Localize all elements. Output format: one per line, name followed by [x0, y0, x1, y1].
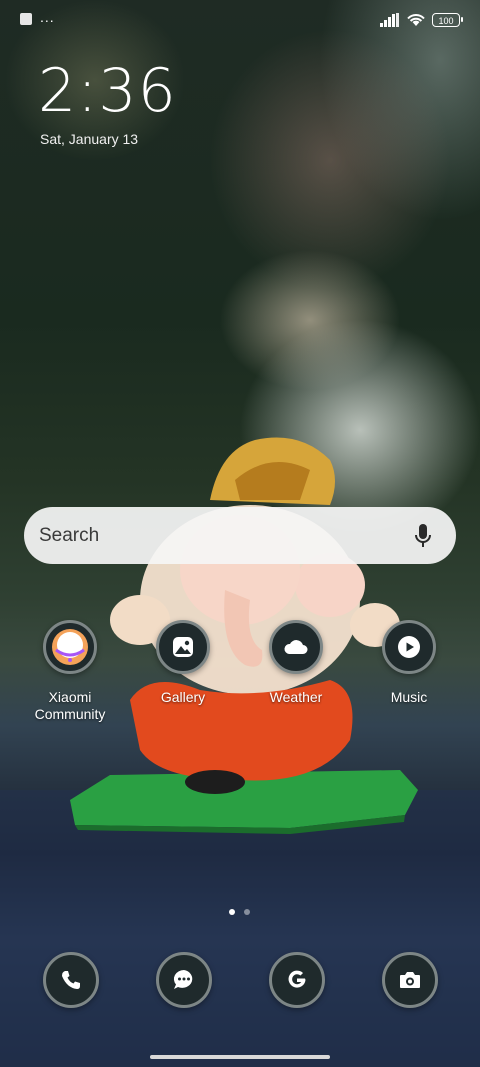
- app-label: Gallery: [160, 689, 206, 705]
- xiaomi-community-icon[interactable]: [43, 620, 97, 674]
- mic-icon[interactable]: [414, 523, 432, 549]
- phone-icon[interactable]: [43, 952, 99, 1008]
- notification-icon: [20, 13, 32, 25]
- page-dot: [244, 909, 250, 915]
- more-notifications-indicator: ...: [40, 9, 55, 25]
- google-icon[interactable]: [269, 952, 325, 1008]
- camera-icon[interactable]: [382, 952, 438, 1008]
- page-dot-active: [229, 909, 235, 915]
- app-gallery[interactable]: Gallery: [127, 620, 239, 706]
- search-placeholder: Search: [39, 524, 100, 546]
- messages-icon[interactable]: [156, 952, 212, 1008]
- home-gesture-bar[interactable]: [150, 1055, 330, 1059]
- app-label: Xiaomi Community: [34, 689, 106, 722]
- search-bar[interactable]: Search: [24, 507, 456, 564]
- signal-icon: [380, 12, 399, 27]
- battery-icon: 100: [432, 12, 463, 27]
- app-label: Music: [390, 689, 428, 705]
- clock-time[interactable]: 2:36: [38, 56, 177, 126]
- status-bar: ... 100: [0, 0, 480, 40]
- gallery-icon[interactable]: [156, 620, 210, 674]
- app-music[interactable]: Music: [353, 620, 465, 706]
- music-icon[interactable]: [382, 620, 436, 674]
- clock-date[interactable]: Sat, January 13: [40, 131, 138, 147]
- page-indicator: [229, 909, 250, 915]
- app-weather[interactable]: Weather: [240, 620, 352, 706]
- app-xiaomi-community[interactable]: Xiaomi Community: [14, 620, 126, 723]
- weather-icon[interactable]: [269, 620, 323, 674]
- wifi-icon: [407, 14, 425, 26]
- app-label: Weather: [269, 689, 323, 705]
- home-screen: ... 100 2:36 Sat, January 13 Search Xiao…: [0, 0, 480, 1067]
